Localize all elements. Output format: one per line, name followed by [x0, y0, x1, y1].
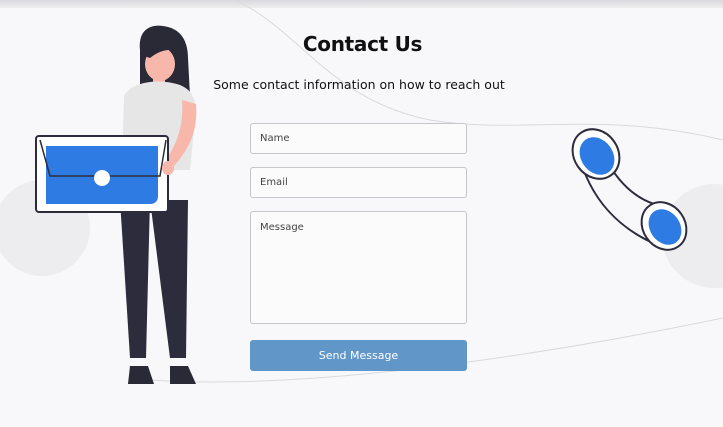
send-message-button[interactable]: Send Message: [250, 340, 467, 371]
name-input[interactable]: [250, 123, 467, 154]
page-title: Contact Us: [302, 32, 423, 56]
message-textarea[interactable]: [250, 211, 467, 324]
contact-page: Contact Us Some contact information on h…: [0, 0, 723, 427]
email-input[interactable]: [250, 167, 467, 198]
page-subtitle: Some contact information on how to reach…: [213, 77, 505, 92]
